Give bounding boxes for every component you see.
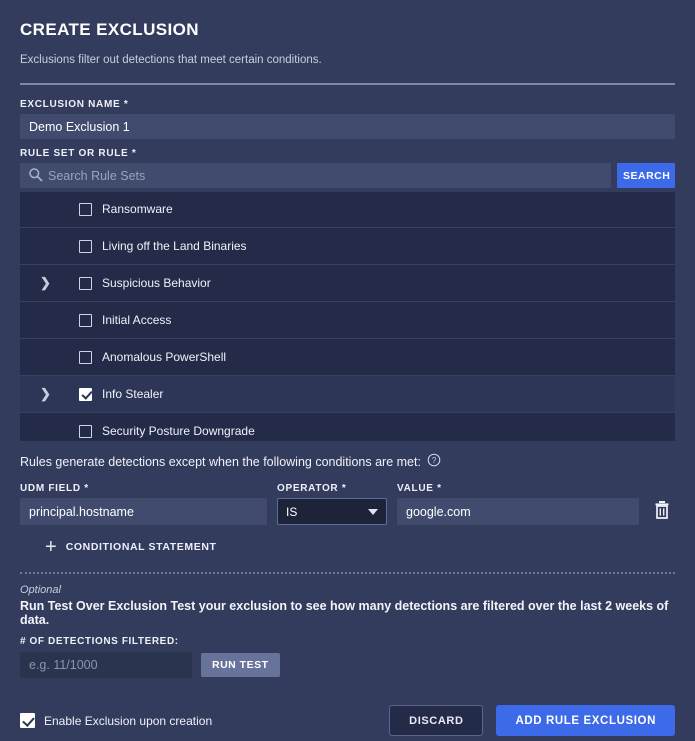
value-label: VALUE *	[397, 483, 442, 494]
help-circle-icon[interactable]: ?	[427, 453, 441, 470]
detections-filtered-label: # OF DETECTIONS FILTERED:	[20, 636, 179, 647]
delete-condition-button[interactable]	[649, 498, 675, 524]
discard-button[interactable]: DISCARD	[389, 705, 484, 736]
rule-name-label: Living off the Land Binaries	[102, 239, 247, 253]
exclusion-name-input[interactable]	[20, 114, 675, 139]
chevron-right-icon[interactable]: ❯	[40, 276, 52, 289]
table-row[interactable]: Anomalous PowerShell	[20, 339, 675, 376]
rule-checkbox[interactable]	[79, 350, 92, 364]
condition-row: UDM FIELD * OPERATOR * IS VALUE *	[20, 483, 675, 525]
checkbox-checked-icon	[20, 713, 35, 728]
rule-set-search-row: SEARCH	[20, 163, 675, 188]
button-group: DISCARD ADD RULE EXCLUSION	[389, 705, 675, 736]
run-test-row: RUN TEST	[20, 652, 675, 678]
udm-field-label: UDM FIELD *	[20, 483, 89, 494]
rule-name-label: Ransomware	[102, 202, 173, 216]
value-column: VALUE *	[397, 483, 639, 525]
optional-label: Optional	[20, 584, 61, 596]
rule-checkbox[interactable]	[79, 202, 92, 216]
page-subtitle: Exclusions filter out detections that me…	[20, 54, 322, 66]
search-input-wrapper	[20, 163, 611, 188]
udm-field-input[interactable]	[20, 498, 267, 525]
table-row[interactable]: ❯ Suspicious Behavior	[20, 265, 675, 302]
search-button[interactable]: SEARCH	[617, 163, 675, 188]
rule-name-label: Suspicious Behavior	[102, 276, 211, 290]
rule-set-label: RULE SET OR RULE *	[20, 148, 137, 159]
rule-name-label: Anomalous PowerShell	[102, 350, 227, 364]
header-divider	[20, 83, 675, 85]
value-input[interactable]	[397, 498, 639, 525]
operator-selected-value: IS	[286, 504, 298, 519]
table-row[interactable]: Living off the Land Binaries	[20, 228, 675, 265]
footer-actions: Enable Exclusion upon creation DISCARD A…	[20, 705, 675, 736]
conditions-heading-text: Rules generate detections except when th…	[20, 454, 421, 469]
rule-name-label: Info Stealer	[102, 387, 164, 401]
udm-field-column: UDM FIELD *	[20, 483, 267, 525]
exclusion-name-label: EXCLUSION NAME *	[20, 99, 129, 110]
rule-name-label: Initial Access	[102, 313, 172, 327]
rule-checkbox[interactable]	[79, 239, 92, 253]
add-rule-exclusion-button[interactable]: ADD RULE EXCLUSION	[496, 705, 675, 736]
run-test-description: Run Test Over Exclusion Test your exclus…	[20, 599, 669, 627]
rule-checkbox[interactable]	[79, 276, 92, 290]
chevron-right-icon[interactable]: ❯	[40, 387, 52, 400]
table-row[interactable]: ❯ Info Stealer	[20, 376, 675, 413]
conditions-heading: Rules generate detections except when th…	[20, 453, 675, 470]
table-row[interactable]: Initial Access	[20, 302, 675, 339]
rule-checkbox[interactable]	[79, 313, 92, 327]
rule-set-list[interactable]: Ransomware Living off the Land Binaries ❯ S…	[20, 192, 675, 441]
add-conditional-statement-label: CONDITIONAL STATEMENT	[65, 541, 217, 553]
run-test-button[interactable]: RUN TEST	[201, 653, 280, 677]
operator-select[interactable]: IS	[277, 498, 387, 525]
operator-column: OPERATOR * IS	[277, 483, 387, 525]
table-row[interactable]: Ransomware	[20, 192, 675, 228]
page-title: CREATE EXCLUSION	[20, 20, 199, 39]
add-conditional-statement-button[interactable]: + CONDITIONAL STATEMENT	[45, 536, 217, 558]
table-row[interactable]: Security Posture Downgrade	[20, 413, 675, 441]
optional-section-divider	[20, 572, 675, 574]
plus-icon: +	[45, 536, 57, 558]
svg-text:?: ?	[432, 456, 437, 465]
chevron-down-icon	[368, 508, 378, 515]
enable-exclusion-label: Enable Exclusion upon creation	[44, 713, 213, 728]
search-input[interactable]	[20, 163, 611, 188]
trash-icon	[653, 500, 671, 523]
detections-filtered-input[interactable]	[20, 652, 192, 678]
create-exclusion-panel: CREATE EXCLUSION Exclusions filter out d…	[0, 0, 695, 741]
operator-label: OPERATOR *	[277, 483, 347, 494]
rule-checkbox-checked[interactable]	[79, 387, 92, 401]
rule-checkbox[interactable]	[79, 424, 92, 438]
rule-name-label: Security Posture Downgrade	[102, 424, 255, 438]
enable-exclusion-checkbox[interactable]: Enable Exclusion upon creation	[20, 713, 212, 728]
